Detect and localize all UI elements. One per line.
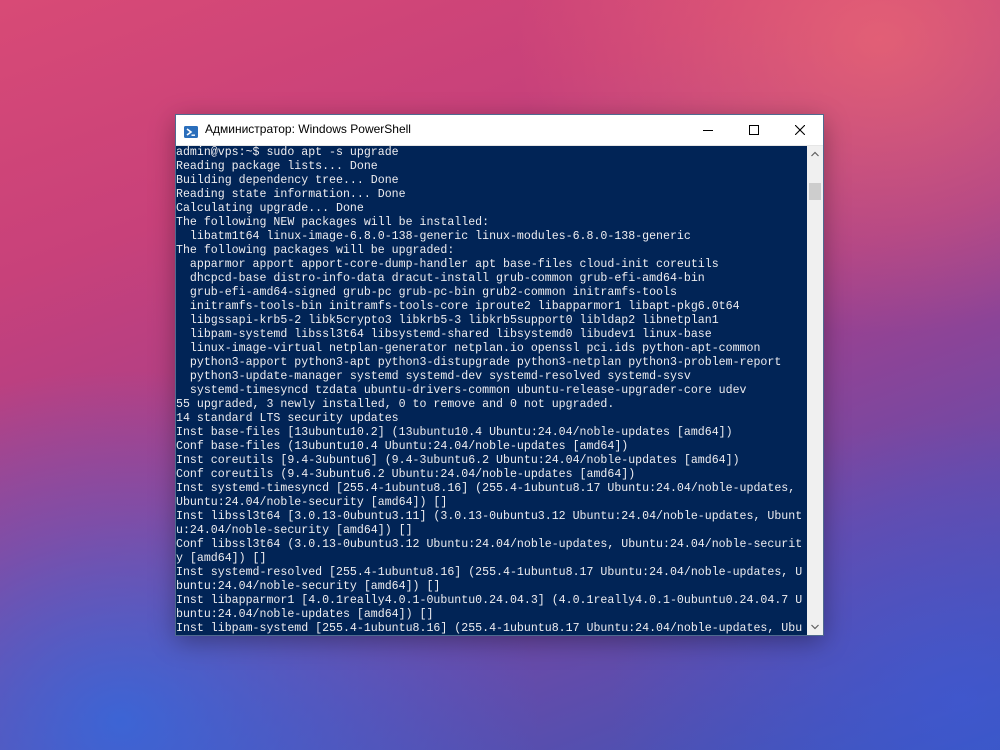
scrollbar-thumb[interactable] xyxy=(809,183,821,200)
console-line: Conf libssl3t64 (3.0.13-0ubuntu3.12 Ubun… xyxy=(176,538,803,551)
console-line: initramfs-tools-bin initramfs-tools-core… xyxy=(176,300,740,313)
console-line: Calculating upgrade... Done xyxy=(176,202,364,215)
console-line: Inst libssl3t64 [3.0.13-0ubuntu3.11] (3.… xyxy=(176,510,803,523)
scroll-up-button[interactable] xyxy=(807,146,823,162)
console-line: The following packages will be upgraded: xyxy=(176,244,455,257)
console-line: Inst systemd-resolved [255.4-1ubuntu8.16… xyxy=(176,566,803,579)
console-line: Inst coreutils [9.4-3ubuntu6] (9.4-3ubun… xyxy=(176,454,740,467)
minimize-button[interactable] xyxy=(685,115,731,145)
console-line: admin@vps:~$ sudo apt -s upgrade xyxy=(176,146,399,159)
console-line: Inst libapparmor1 [4.0.1really4.0.1-0ubu… xyxy=(176,594,803,607)
vertical-scrollbar[interactable] xyxy=(807,146,823,635)
console-line: Inst base-files [13ubuntu10.2] (13ubuntu… xyxy=(176,426,733,439)
console-line: The following NEW packages will be insta… xyxy=(176,216,490,229)
console-line: systemd-timesyncd tzdata ubuntu-drivers-… xyxy=(176,384,747,397)
close-button[interactable] xyxy=(777,115,823,145)
console-line: buntu:24.04/noble-security [amd64]) [] xyxy=(176,580,441,593)
maximize-button[interactable] xyxy=(731,115,777,145)
close-icon xyxy=(795,125,805,135)
console-line: buntu:24.04/noble-updates [amd64]) [] xyxy=(176,608,434,621)
console-line: dhcpcd-base distro-info-data dracut-inst… xyxy=(176,272,705,285)
console-line: u:24.04/noble-security [amd64]) [] xyxy=(176,524,413,537)
maximize-icon xyxy=(749,125,759,135)
powershell-window[interactable]: Администратор: Windows PowerShell admin@… xyxy=(176,115,823,635)
chevron-up-icon xyxy=(811,151,819,157)
console-line: libpam-systemd libssl3t64 libsystemd-sha… xyxy=(176,328,712,341)
console-line: y [amd64]) [] xyxy=(176,552,267,565)
scroll-down-button[interactable] xyxy=(807,619,823,635)
console-line: Conf base-files (13ubuntu10.4 Ubuntu:24.… xyxy=(176,440,629,453)
console-line: grub-efi-amd64-signed grub-pc grub-pc-bi… xyxy=(176,286,677,299)
console-line: Building dependency tree... Done xyxy=(176,174,399,187)
console-line: Inst libpam-systemd [255.4-1ubuntu8.16] … xyxy=(176,622,803,635)
console-output[interactable]: admin@vps:~$ sudo apt -s upgrade Reading … xyxy=(176,146,807,635)
console-line: Reading package lists... Done xyxy=(176,160,378,173)
console-line: Reading state information... Done xyxy=(176,188,406,201)
console-line: libgssapi-krb5-2 libk5crypto3 libkrb5-3 … xyxy=(176,314,719,327)
minimize-icon xyxy=(703,130,713,131)
console-line: Conf coreutils (9.4-3ubuntu6.2 Ubuntu:24… xyxy=(176,468,636,481)
window-title: Администратор: Windows PowerShell xyxy=(205,122,411,136)
powershell-icon[interactable] xyxy=(184,123,198,138)
console-line: Ubuntu:24.04/noble-security [amd64]) [] xyxy=(176,496,448,509)
console-line: apparmor apport apport-core-dump-handler… xyxy=(176,258,719,271)
console-line: python3-update-manager systemd systemd-d… xyxy=(176,370,691,383)
console-line: Inst systemd-timesyncd [255.4-1ubuntu8.1… xyxy=(176,482,796,495)
console-line: linux-image-virtual netplan-generator ne… xyxy=(176,342,761,355)
title-bar[interactable]: Администратор: Windows PowerShell xyxy=(176,115,823,146)
console-line: libatm1t64 linux-image-6.8.0-138-generic… xyxy=(176,230,691,243)
chevron-down-icon xyxy=(811,624,819,630)
console-line: 14 standard LTS security updates xyxy=(176,412,399,425)
console-line: 55 upgraded, 3 newly installed, 0 to rem… xyxy=(176,398,615,411)
console-line: python3-apport python3-apt python3-distu… xyxy=(176,356,782,369)
